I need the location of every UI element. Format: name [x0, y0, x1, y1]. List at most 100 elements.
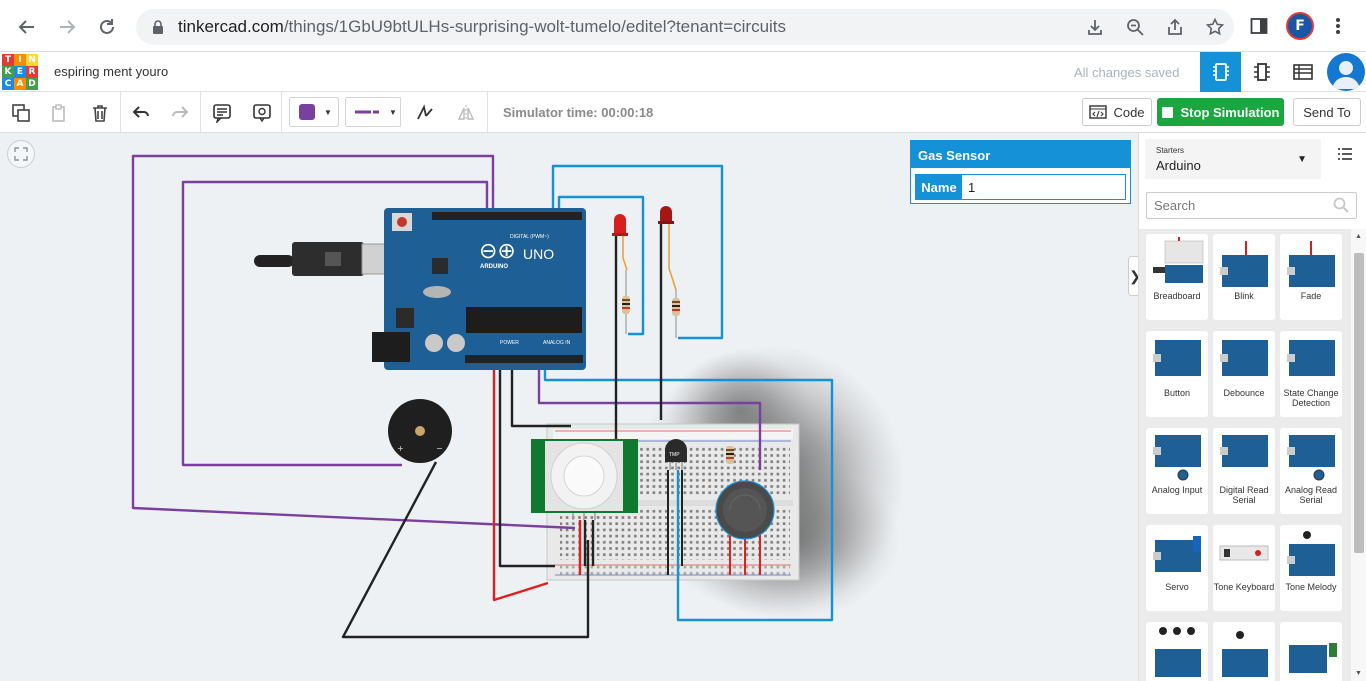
scroll-down-icon[interactable]: ▼	[1355, 670, 1362, 677]
resistor[interactable]	[622, 270, 630, 334]
panel-scrollbar[interactable]: ▲ ▼	[1351, 229, 1366, 681]
uno-label: UNO	[523, 246, 554, 262]
starter-card[interactable]: Analog Read Serial	[1280, 428, 1342, 514]
color-swatch	[299, 104, 315, 120]
note-visibility-icon[interactable]	[249, 100, 275, 126]
starter-card[interactable]: Servo	[1146, 525, 1208, 611]
arduino-thumbnail	[1155, 627, 1201, 677]
browser-menu-icon[interactable]	[1326, 14, 1350, 38]
chip-icon	[1212, 63, 1229, 81]
toolbar-divider	[487, 92, 488, 133]
address-bar[interactable]: tinkercad.com/things/1GbU9btULHs-surpris…	[136, 9, 1234, 45]
starter-card[interactable]	[1146, 622, 1208, 681]
profile-avatar[interactable]: F	[1286, 12, 1314, 40]
reload-icon	[100, 19, 114, 34]
stop-simulation-label: Stop Simulation	[1180, 104, 1280, 120]
starter-card[interactable]	[1280, 622, 1342, 681]
starter-label: State Change Detection	[1283, 388, 1339, 408]
back-button[interactable]	[14, 14, 40, 40]
share-icon[interactable]	[1164, 16, 1186, 38]
bom-view-button[interactable]	[1282, 52, 1323, 92]
red-led[interactable]	[612, 214, 628, 271]
starter-card[interactable]	[1213, 622, 1275, 681]
analog-pins-label: ANALOG IN	[543, 340, 571, 346]
side-panel-icon[interactable]	[1247, 14, 1271, 38]
list-view-icon[interactable]	[1337, 147, 1353, 166]
tinkercad-logo[interactable]: T I N K E R C A D	[2, 54, 38, 90]
delete-icon[interactable]	[87, 100, 113, 126]
reload-button[interactable]	[94, 14, 120, 40]
project-name[interactable]: espiring ment youro	[54, 64, 168, 79]
pir-motion-sensor[interactable]	[531, 439, 638, 520]
starter-label: Fade	[1300, 291, 1322, 301]
logo-letter: C	[2, 78, 14, 90]
rotate-icon[interactable]	[412, 100, 438, 126]
circuit-canvas[interactable]: ⊖⊕ UNO ARDUINO DIGITAL (PWM~) POWER ANAL…	[0, 133, 1138, 681]
list-table-icon	[1292, 64, 1313, 80]
circuit-view-button[interactable]	[1241, 52, 1282, 92]
schematic-view-button[interactable]	[1200, 52, 1241, 92]
scroll-up-icon[interactable]: ▲	[1355, 233, 1362, 240]
stop-simulation-button[interactable]: Stop Simulation	[1157, 98, 1284, 126]
components-panel: Starters Arduino ▼ Breadboard Blink Fade…	[1138, 133, 1366, 681]
search-icon	[1333, 197, 1349, 213]
starter-card[interactable]: Digital Read Serial	[1213, 428, 1275, 514]
arduino-uno-board[interactable]: ⊖⊕ UNO ARDUINO DIGITAL (PWM~) POWER ANAL…	[372, 208, 586, 370]
download-icon[interactable]	[1084, 16, 1106, 38]
send-to-button[interactable]: Send To	[1293, 98, 1361, 126]
zoom-icon[interactable]	[1124, 16, 1146, 38]
paste-icon[interactable]	[47, 100, 73, 126]
scrollbar-thumb[interactable]	[1354, 253, 1364, 553]
stop-icon	[1161, 106, 1173, 118]
wire-color-dropdown[interactable]: ▼	[289, 97, 339, 127]
starter-card[interactable]: Analog Input	[1146, 428, 1208, 514]
starters-dropdown[interactable]: Starters Arduino ▼	[1145, 139, 1321, 179]
starter-card[interactable]: Debounce	[1213, 331, 1275, 417]
starters-value: Arduino	[1156, 158, 1201, 173]
piezo-buzzer[interactable]: + −	[388, 399, 452, 463]
starter-label: Breadboard	[1153, 291, 1201, 301]
copy-icon[interactable]	[8, 100, 34, 126]
notes-icon[interactable]	[209, 100, 235, 126]
starter-label: Analog Read Serial	[1284, 485, 1338, 505]
starter-card[interactable]: State Change Detection	[1280, 331, 1342, 417]
starter-card[interactable]: Tone Keyboard	[1213, 525, 1275, 611]
arduino-thumbnail	[1220, 340, 1268, 376]
forward-arrow-icon	[60, 20, 76, 34]
search-input[interactable]	[1147, 193, 1327, 218]
logo-letter: D	[26, 78, 38, 90]
gas-sensor[interactable]	[715, 480, 775, 540]
code-button[interactable]: Code	[1082, 98, 1152, 126]
name-field-row: Name 1	[915, 174, 1126, 200]
logo-letter: I	[14, 54, 26, 66]
keyboard-thumbnail	[1219, 545, 1269, 561]
save-status: All changes saved	[1074, 65, 1180, 80]
starter-card[interactable]: Breadboard	[1146, 234, 1208, 320]
resistor[interactable]	[672, 290, 680, 338]
editor-toolbar: ▼ ▼ Simulator time: 00:00:18 Code Stop S…	[0, 92, 1366, 133]
name-field-input[interactable]: 1	[962, 175, 1125, 199]
bookmark-star-icon[interactable]	[1204, 16, 1226, 38]
resistor[interactable]	[726, 446, 734, 464]
wire-type-dropdown[interactable]: ▼	[345, 97, 401, 127]
starter-card[interactable]: Blink	[1213, 234, 1275, 320]
user-avatar[interactable]	[1327, 53, 1365, 91]
arduino-thumbnail	[1153, 340, 1201, 376]
starter-label: Servo	[1165, 582, 1189, 592]
component-icon	[1253, 63, 1270, 81]
starter-card[interactable]: Fade	[1280, 234, 1342, 320]
chevron-down-icon: ▼	[1297, 154, 1307, 165]
component-search[interactable]	[1146, 192, 1357, 219]
redo-icon[interactable]	[167, 100, 193, 126]
toolbar-divider	[281, 92, 282, 133]
digital-pins-label: DIGITAL (PWM~)	[510, 234, 549, 240]
starter-card[interactable]: Button	[1146, 331, 1208, 417]
chevron-down-icon: ▼	[324, 107, 332, 117]
forward-button[interactable]	[54, 14, 80, 40]
undo-icon[interactable]	[128, 100, 154, 126]
flip-icon[interactable]	[453, 100, 479, 126]
arduino-thumbnail	[1222, 631, 1268, 677]
starters-label: Starters	[1156, 146, 1185, 155]
arduino-thumbnail	[1153, 435, 1201, 481]
starter-card[interactable]: Tone Melody	[1280, 525, 1342, 611]
